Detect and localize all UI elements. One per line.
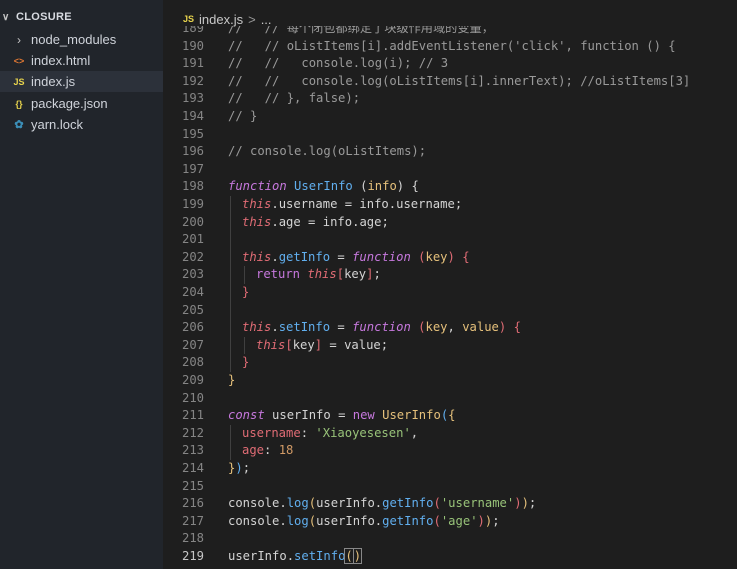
code-line: 196// console.log(oListItems); — [181, 144, 427, 159]
tree-item-package-json[interactable]: {} package.json — [0, 93, 163, 114]
code-line: 193// // }, false); — [181, 91, 361, 106]
code-line: 213 age: 18 — [164, 442, 737, 460]
code-line: 206 this.setInfo = function (key, value) … — [164, 319, 737, 337]
code-line: 211 const userInfo = new UserInfo({ — [181, 408, 456, 423]
tree-item-label: index.js — [31, 74, 76, 89]
tree-item-label: yarn.lock — [31, 117, 84, 132]
breadcrumb-more[interactable]: ... — [261, 12, 272, 27]
code-editor[interactable]: JS index.js > ... 189// // 每个闭包都绑定了块级作用域… — [164, 0, 737, 569]
yarn-file-icon: ✿ — [14, 119, 24, 131]
code-line: 205 — [164, 301, 737, 320]
chevron-right-icon: > — [248, 11, 256, 27]
code-line: 216 console.log(userInfo.getInfo('usernam… — [181, 496, 537, 511]
html-file-icon: <> — [13, 55, 25, 66]
code-line: 218 — [181, 531, 204, 546]
tree-item-node-modules[interactable]: › node_modules — [0, 29, 163, 50]
code-line: 214}); — [181, 461, 251, 475]
code-line: 197 — [181, 161, 204, 176]
code-line: 190// // oListItems[i].addEventListener(… — [181, 38, 676, 53]
code-line: 195 — [181, 126, 204, 141]
tree-item-label: node_modules — [31, 32, 117, 47]
explorer-sidebar: ∨ CLOSURE › node_modules <> index.html J… — [0, 0, 163, 569]
code-line: 207 this[key] = value; — [164, 336, 737, 355]
code-line: 220 — [164, 566, 737, 569]
code-line: 192// // console.log(oListItems[i].inner… — [181, 73, 691, 88]
code-line: 210 — [181, 390, 204, 405]
code-line: 212 username: 'Xiaoyesesen', — [164, 424, 737, 443]
json-file-icon: {} — [15, 98, 23, 109]
js-file-icon: JS — [183, 14, 195, 24]
code-line: 199 this.username = info.username; — [164, 196, 737, 214]
code-line: 189// // 每个闭包都绑定了块级作用域的变量， — [181, 26, 494, 35]
chevron-right-icon: › — [17, 32, 21, 47]
code-line: 194// } — [181, 109, 258, 123]
code-line: 217 console.log(userInfo.getInfo('age')); — [181, 513, 500, 528]
js-file-icon: JS — [13, 76, 25, 87]
tree-item-label: package.json — [31, 96, 108, 111]
folder-title: CLOSURE — [16, 11, 72, 23]
code-line: 198 function UserInfo (info) { — [181, 179, 419, 194]
breadcrumb-file[interactable]: index.js — [199, 12, 243, 27]
code-line: 204} — [164, 284, 737, 302]
chevron-down-icon: ∨ — [2, 11, 10, 23]
tree-item-index-html[interactable]: <> index.html — [0, 50, 163, 71]
tree-item-yarn-lock[interactable]: ✿ yarn.lock — [0, 114, 163, 135]
code-line: 201 — [164, 231, 737, 249]
code-line: 200 this.age = info.age; — [164, 213, 737, 232]
code-line: 215 — [181, 478, 204, 493]
code-line-current: 219 userInfo.setInfo() — [181, 548, 363, 564]
code-line: 191// // console.log(i); // 3 — [181, 56, 449, 71]
tree-item-index-js[interactable]: JS index.js — [0, 71, 163, 92]
code-area[interactable]: 189// // 每个闭包都绑定了块级作用域的变量， 190// // oLis… — [164, 26, 737, 569]
code-line: 208} — [164, 354, 737, 372]
code-line: 202 this.getInfo = function (key) { — [164, 248, 737, 267]
tree-item-label: index.html — [31, 53, 91, 68]
code-line: 203 return this[key]; — [164, 266, 737, 284]
code-line: 209} — [181, 373, 236, 387]
explorer-folder-header[interactable]: ∨ CLOSURE — [0, 8, 72, 26]
